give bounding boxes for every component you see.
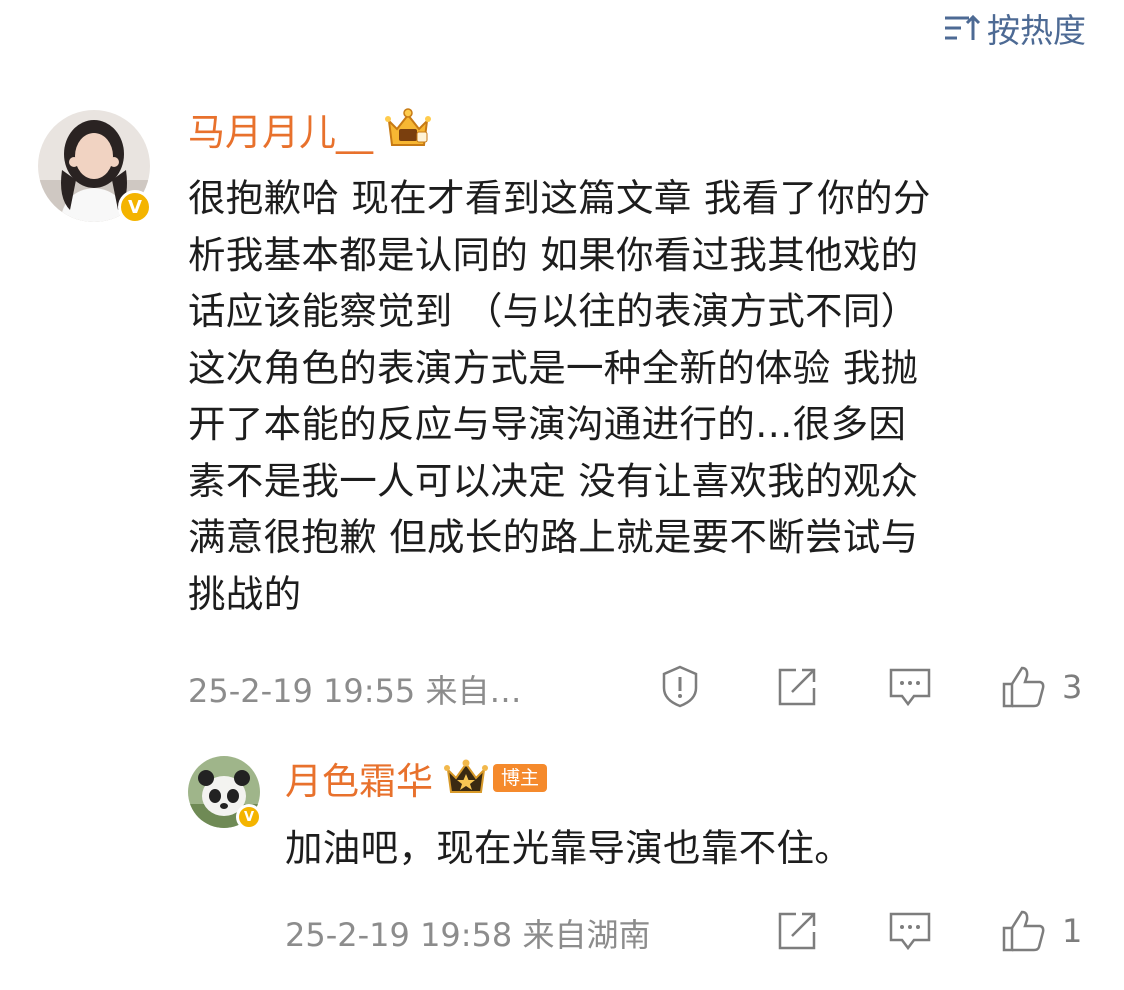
author-name-link[interactable]: 马月月儿__ <box>188 104 433 154</box>
like-button[interactable]: 3 <box>1000 664 1082 710</box>
like-count: 3 <box>1062 668 1083 706</box>
report-icon <box>662 665 698 708</box>
comment-line: 很抱歉哈 现在才看到这篇文章 我看了你的分 <box>188 176 931 220</box>
reply-button[interactable] <box>888 910 932 952</box>
reply-button[interactable] <box>888 666 932 708</box>
vip-crown-icon <box>444 759 488 793</box>
avatar[interactable]: V <box>188 756 262 830</box>
report-button[interactable] <box>660 664 700 708</box>
share-icon <box>778 912 816 950</box>
thumbs-up-icon <box>1002 910 1045 952</box>
verified-badge-icon: V <box>236 804 262 830</box>
comment-line: 析我基本都是认同的 如果你看过我其他戏的 <box>188 232 919 277</box>
comment-meta: 25-2-19 19:58 来自湖南 <box>285 916 651 954</box>
comment-line: 开了本能的反应与导演沟通进行的…很多因 <box>188 402 907 446</box>
author-name-link[interactable]: 月色霜华 博主 <box>285 754 548 803</box>
comment-text: 加油吧，现在光靠导演也靠不住。 <box>285 826 852 870</box>
share-icon <box>778 668 816 706</box>
author-name: 马月月儿__ <box>188 111 373 154</box>
author-name: 月色霜华 <box>285 760 433 803</box>
avatar[interactable]: V <box>38 110 152 224</box>
blogger-badge: 博主 <box>493 764 548 792</box>
thumbs-up-icon <box>1002 666 1045 708</box>
like-button[interactable]: 1 <box>1000 908 1082 954</box>
sort-icon <box>945 14 981 40</box>
comment-line: 素不是我一人可以决定 没有让喜欢我的观众 <box>188 458 919 503</box>
verified-badge-icon: V <box>118 190 152 224</box>
comment-icon <box>889 668 931 707</box>
vip-crown-icon <box>385 108 431 146</box>
sort-label: 按热度 <box>987 11 1086 50</box>
sort-by-hot-button[interactable]: 按热度 <box>943 6 1086 50</box>
comment-icon <box>889 912 931 951</box>
comment-meta: 25-2-19 19:55 来自… <box>188 672 522 710</box>
comment-line: 这次角色的表演方式是一种全新的体验 我抛 <box>188 345 919 390</box>
share-button[interactable] <box>776 910 818 952</box>
comment-line: 满意很抱歉 但成长的路上就是要不断尝试与 <box>188 515 919 559</box>
like-count: 1 <box>1062 912 1083 950</box>
share-button[interactable] <box>776 666 818 708</box>
comment-line: 话应该能察觉到 （与以往的表演方式不同） <box>188 289 919 333</box>
comment-line: 挑战的 <box>188 571 302 616</box>
comment-text: 很抱歉哈 现在才看到这篇文章 我看了你的分 析我基本都是认同的 如果你看过我其他… <box>188 170 1088 622</box>
